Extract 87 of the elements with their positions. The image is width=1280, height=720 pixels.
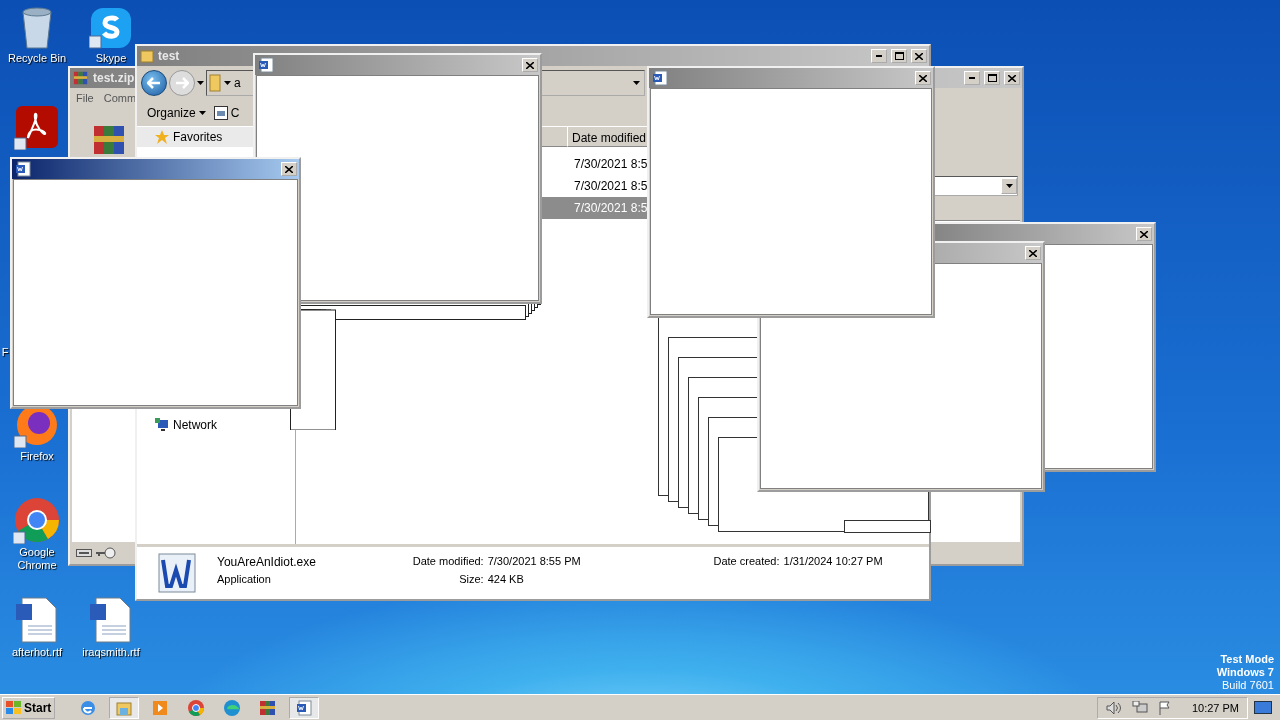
windows-logo-icon [6, 700, 22, 715]
menu-item[interactable]: Comm [103, 92, 137, 104]
back-button[interactable] [141, 70, 167, 96]
right-arrow-icon [175, 77, 189, 89]
caret-icon [633, 81, 640, 85]
network-icon [1131, 700, 1148, 715]
field-label: Date modified: [411, 555, 484, 569]
minimize-icon [876, 55, 882, 57]
os-notice-text: Test Mode [1220, 653, 1274, 666]
field-value: 1/31/2024 10:27 PM [783, 555, 884, 569]
maximize-icon [894, 52, 904, 60]
os-notice-text: Windows 7 [1216, 666, 1274, 679]
close-icon [1008, 74, 1016, 82]
close-icon [1029, 249, 1037, 257]
maximize-icon [987, 74, 997, 82]
desktop-icon-label[interactable]: Recycle Bin [7, 52, 67, 65]
speaker-icon [1105, 700, 1122, 715]
file-type: Application [217, 573, 272, 587]
left-arrow-icon [147, 77, 161, 89]
document-icon [14, 596, 60, 644]
folder-icon [140, 49, 154, 63]
maximize-button[interactable] [891, 49, 907, 63]
menu-item[interactable]: File [76, 92, 94, 104]
file-name: YouAreAnIdiot.exe [217, 555, 317, 571]
desktop-icon-label[interactable]: iraqsmith.rtf [82, 646, 140, 659]
skype-icon [89, 6, 133, 50]
pdf-icon [14, 104, 60, 150]
close-icon [285, 165, 293, 173]
caret-icon [1005, 184, 1013, 188]
flag-icon [1157, 700, 1172, 715]
start-button[interactable]: Start [2, 696, 56, 719]
play-icon [151, 698, 170, 717]
chrome-icon [187, 698, 206, 717]
window-title: test.zip [93, 71, 135, 85]
close-button[interactable] [1004, 71, 1020, 85]
caret-icon [224, 81, 231, 85]
minimize-icon [969, 77, 975, 79]
desktop-icon-label[interactable]: Google Chrome [17, 546, 57, 572]
word-icon [652, 70, 668, 86]
books-icon [73, 70, 89, 86]
chrome-icon [13, 496, 61, 544]
field-value: 424 KB [487, 573, 525, 587]
minimize-button[interactable] [964, 71, 980, 85]
desktop-icon-label[interactable]: Firefox [20, 450, 54, 463]
key-icon [96, 547, 116, 559]
toolbar-button[interactable]: C [209, 104, 244, 122]
close-button[interactable] [522, 58, 538, 72]
word-icon [296, 699, 313, 716]
close-icon [526, 61, 534, 69]
desktop-icon-label[interactable]: Skype [95, 52, 127, 65]
field-label: Date created: [712, 555, 780, 569]
books-icon [259, 698, 278, 717]
folder-icon [209, 74, 221, 92]
close-icon [919, 74, 927, 82]
close-button[interactable] [915, 71, 931, 85]
document-icon [88, 596, 134, 644]
field-label: Size: [458, 573, 484, 587]
show-desktop-icon[interactable] [1254, 700, 1272, 715]
clock[interactable]: 10:27 PM [1191, 701, 1239, 714]
caret-icon [198, 111, 206, 115]
window-icon [213, 106, 228, 120]
close-button[interactable] [1025, 246, 1041, 260]
close-button[interactable] [281, 162, 297, 176]
star-icon [155, 130, 169, 144]
close-icon [915, 52, 923, 60]
field-value: 7/30/2021 8:55 PM [487, 555, 582, 569]
caret-icon [197, 81, 204, 85]
network-icon [155, 418, 169, 432]
address-text: a [234, 76, 241, 90]
close-button[interactable] [911, 49, 927, 63]
nav-item[interactable]: Network [137, 415, 235, 435]
organize-button[interactable]: Organize [143, 104, 210, 122]
dropdown-button[interactable] [1001, 178, 1017, 194]
desktop-icon-label[interactable]: afterhot.rtf [11, 646, 63, 659]
browser-e-icon [79, 698, 98, 717]
word-icon [155, 552, 197, 594]
drive-icon [76, 549, 92, 557]
word-icon [258, 57, 274, 73]
word-icon [15, 161, 31, 177]
close-button[interactable] [1136, 227, 1152, 241]
window-title: test [158, 49, 180, 63]
os-notice-text: Build 7601 [1222, 679, 1274, 692]
close-icon [1140, 230, 1148, 238]
maximize-button[interactable] [984, 71, 1000, 85]
desktop-icon-label[interactable]: F [1, 346, 9, 359]
edge-icon [223, 698, 242, 717]
minimize-button[interactable] [871, 49, 887, 63]
